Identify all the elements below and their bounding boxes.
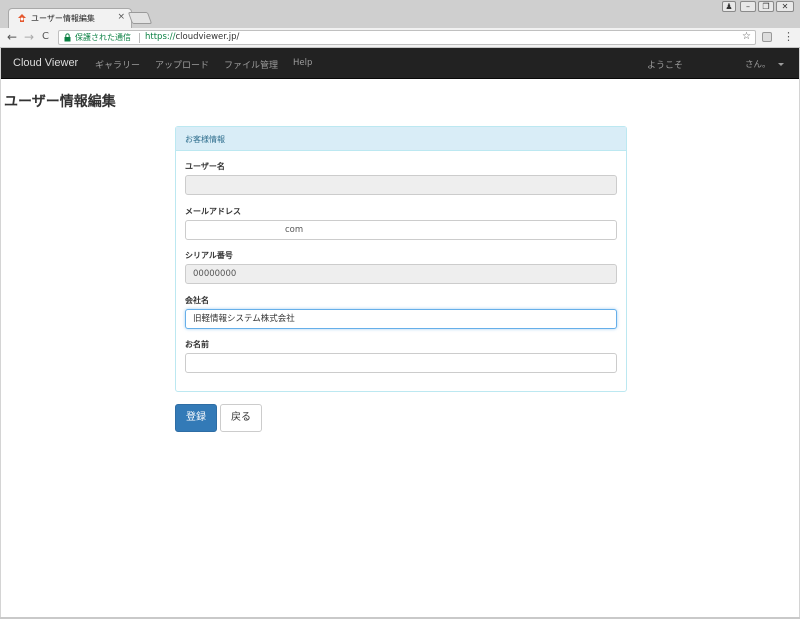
user-dropdown[interactable]: さん。 (745, 58, 784, 70)
url-text: https://cloudviewer.jp/ (145, 32, 239, 42)
site-navbar: Cloud Viewer ギャラリー アップロード ファイル管理 Help よう… (1, 48, 799, 79)
welcome-text: ようこそ (647, 61, 684, 71)
profile-icon[interactable]: ♟ (722, 1, 736, 12)
username-label: ユーザー名 (185, 162, 225, 171)
panel-heading: お客様情報 (176, 127, 626, 151)
customer-info-panel: お客様情報 ユーザー名 メールアドレス com シリアル番号 00000000 … (175, 126, 627, 392)
navbar-brand[interactable]: Cloud Viewer (13, 57, 78, 69)
maximize-button[interactable]: ❐ (758, 1, 774, 12)
new-tab-button[interactable] (127, 12, 153, 24)
lock-icon (64, 33, 71, 42)
email-field[interactable]: com (185, 220, 617, 240)
serial-number-field[interactable]: 00000000 (185, 264, 617, 284)
forward-arrow-icon[interactable]: → (24, 30, 34, 44)
url-host: cloudviewer.jp/ (175, 32, 240, 42)
browser-menu-icon[interactable]: ⋮ (783, 30, 794, 43)
browser-tab[interactable]: ユーザー情報編集 × (8, 8, 132, 28)
secure-connection-label: 保護された通信 (75, 33, 131, 42)
browser-titlebar: ユーザー情報編集 × ♟ – ❐ ✕ (0, 0, 800, 28)
panel-title: お客様情報 (185, 135, 225, 144)
username-field[interactable] (185, 175, 617, 195)
full-name-label: お名前 (185, 340, 209, 349)
tab-title: ユーザー情報編集 (31, 14, 95, 23)
web-page: Cloud Viewer ギャラリー アップロード ファイル管理 Help よう… (1, 48, 799, 617)
page-title: ユーザー情報編集 (4, 94, 116, 110)
back-button[interactable]: 戻る (220, 404, 262, 432)
full-name-field[interactable] (185, 353, 617, 373)
caret-down-icon (777, 63, 784, 66)
company-name-field[interactable]: 旧軽情報システム株式会社 (185, 309, 617, 329)
extension-icon[interactable] (762, 32, 772, 42)
nav-link-upload[interactable]: アップロード (155, 58, 209, 71)
close-window-button[interactable]: ✕ (776, 1, 794, 12)
email-label: メールアドレス (185, 207, 241, 216)
reload-icon[interactable]: C (42, 31, 49, 42)
omnibox-divider (139, 33, 140, 43)
nav-link-file-management[interactable]: ファイル管理 (224, 58, 278, 71)
bookmark-star-icon[interactable]: ☆ (742, 31, 751, 42)
address-bar[interactable]: 保護された通信 https://cloudviewer.jp/ ☆ (58, 30, 756, 45)
back-arrow-icon[interactable]: ← (7, 30, 17, 44)
user-suffix: さん。 (745, 60, 771, 70)
company-name-label: 会社名 (185, 296, 209, 305)
nav-link-help[interactable]: Help (293, 58, 312, 68)
browser-toolbar: ← → C 保護された通信 https://cloudviewer.jp/ ☆ … (0, 28, 800, 48)
serial-number-label: シリアル番号 (185, 251, 233, 260)
nav-link-gallery[interactable]: ギャラリー (95, 58, 140, 71)
app-favicon-icon (18, 14, 26, 22)
url-scheme: https:// (145, 32, 176, 42)
register-button[interactable]: 登録 (175, 404, 217, 432)
tab-close-icon[interactable]: × (117, 12, 125, 22)
minimize-button[interactable]: – (740, 1, 756, 12)
